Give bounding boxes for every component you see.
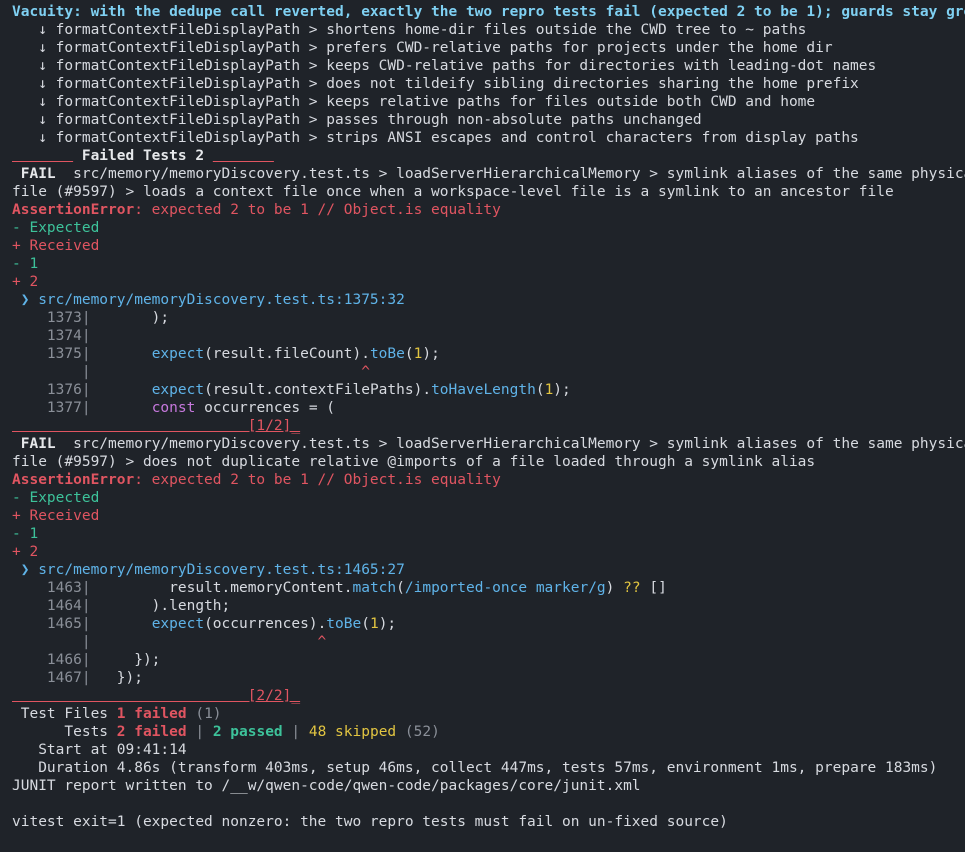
tests-failed: 2 failed [116,724,187,740]
start-value: 09:41:14 [116,742,187,758]
skipped-test-line: ↓ formatContextFileDisplayPath > does no… [12,76,859,92]
failure-title-cont: file (#9597) > loads a context file once… [12,184,894,200]
test-files-total: (1) [195,706,222,722]
code-line: expect(occurrences).toBe(1); [151,616,397,632]
tests-total: (52) [404,724,440,740]
code-line: }); [90,670,143,686]
failure-block: FAIL src/memory/memoryDiscovery.test.ts … [12,435,965,705]
tests-skipped: 48 skipped [308,724,397,740]
caret-marker: ^ [90,364,370,380]
start-label: Start at [12,742,117,758]
diff-received-label: + Received [12,508,100,524]
skipped-test-line: ↓ formatContextFileDisplayPath > keeps r… [12,94,816,110]
code-line: const occurrences = ( [151,400,336,416]
error-name: AssertionError [12,202,135,218]
test-files-failed: 1 failed [116,706,187,722]
diff-expected-value: - 1 [12,526,39,542]
code-line: result.memoryContent.match(/imported-onc… [90,580,667,596]
skipped-test-line: ↓ formatContextFileDisplayPath > prefers… [12,40,833,56]
failure-rule: [2/2]_ [12,688,301,704]
code-line: }); [90,652,161,668]
error-message: : expected 2 to be 1 // Object.is equali… [134,472,501,488]
code-line: expect(result.fileCount).toBe(1); [151,346,440,362]
failed-tests-header: Failed Tests 2 [12,147,965,165]
skipped-test-line: ↓ formatContextFileDisplayPath > shorten… [12,22,807,38]
code-line: ).length; [90,598,231,614]
failure-title: src/memory/memoryDiscovery.test.ts > loa… [64,166,965,182]
tests-passed: 2 passed [212,724,283,740]
skipped-test-line: ↓ formatContextFileDisplayPath > passes … [12,112,702,128]
diff-received-value: + 2 [12,544,39,560]
diff-expected-label: - Expected [12,490,100,506]
junit-report-line: JUNIT report written to /__w/qwen-code/q… [12,778,641,794]
diff-received-value: + 2 [12,274,39,290]
error-name: AssertionError [12,472,135,488]
failed-tests-title: Failed Tests 2 [73,148,213,164]
tests-label: Tests [12,724,117,740]
fail-badge: FAIL [12,436,65,452]
duration-value: 4.86s (transform 403ms, setup 46ms, coll… [116,760,938,776]
failure-rule: [1/2]_ [12,418,301,434]
failure-location-link[interactable]: ❯ src/memory/memoryDiscovery.test.ts:137… [12,291,965,309]
caret-marker: ^ [90,634,327,650]
skipped-test-line: ↓ formatContextFileDisplayPath > strips … [12,130,859,146]
test-files-label: Test Files [12,706,117,722]
failure-block: FAIL src/memory/memoryDiscovery.test.ts … [12,165,965,435]
failure-location-link[interactable]: ❯ src/memory/memoryDiscovery.test.ts:146… [12,561,965,579]
failure-title: src/memory/memoryDiscovery.test.ts > loa… [64,436,965,452]
code-line: expect(result.contextFilePaths).toHaveLe… [151,382,571,398]
banner-line: Vacuity: with the dedupe call reverted, … [12,4,965,20]
diff-received-label: + Received [12,238,100,254]
skipped-tests-list: ↓ formatContextFileDisplayPath > shorten… [12,21,965,147]
diff-expected-value: - 1 [12,256,39,272]
duration-label: Duration [12,760,117,776]
failure-title-cont: file (#9597) > does not duplicate relati… [12,454,816,470]
diff-expected-label: - Expected [12,220,100,236]
terminal-output: Vacuity: with the dedupe call reverted, … [0,0,965,831]
test-summary: Test Files 1 failed (1) Tests 2 failed |… [12,706,938,776]
error-message: : expected 2 to be 1 // Object.is equali… [134,202,501,218]
exit-status-line: vitest exit=1 (expected nonzero: the two… [12,814,728,830]
skipped-test-line: ↓ formatContextFileDisplayPath > keeps C… [12,58,877,74]
fail-badge: FAIL [12,166,65,182]
code-line: ); [90,310,170,326]
